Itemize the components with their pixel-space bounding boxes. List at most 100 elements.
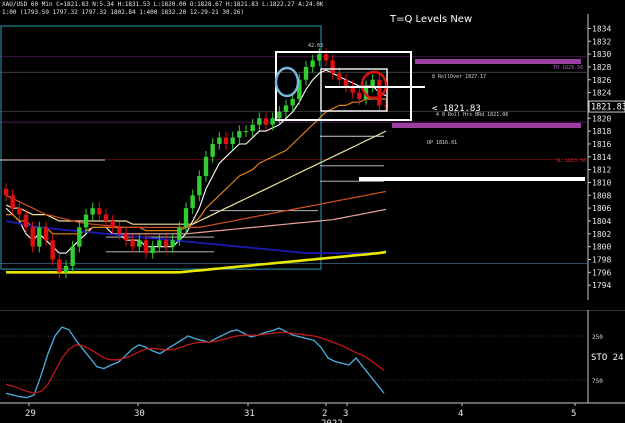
sto-tick-label: 250 <box>592 334 603 341</box>
last-price-label: 1821.83 <box>591 103 625 113</box>
candle-body <box>277 111 282 119</box>
candle-body <box>117 227 122 234</box>
candle-body <box>150 246 155 254</box>
candle-body <box>243 131 249 133</box>
candle-body <box>177 227 182 241</box>
candle-body <box>110 220 115 228</box>
price-tick-label: 1810 <box>592 178 611 187</box>
magenta-level-bar <box>392 123 581 128</box>
price-annotation: OP 1816.01 <box>427 140 457 146</box>
candle-body <box>137 240 142 247</box>
candle-body <box>157 240 162 247</box>
price-tick-label: 1802 <box>592 230 611 239</box>
white-level-bar <box>359 177 585 181</box>
price-tick-label: 1826 <box>592 76 611 85</box>
candle-body <box>10 195 15 209</box>
price-tick-label: 1804 <box>592 217 611 226</box>
candle-body <box>30 227 35 247</box>
sto-line <box>5 326 385 399</box>
candle-body <box>97 208 102 215</box>
time-axis-label: 3 <box>343 409 348 419</box>
chart-window: { "header": { "line1": "XAU/USD 60 Min C… <box>0 0 625 423</box>
candle-body <box>310 60 315 67</box>
sto-tick-label: 750 <box>592 378 603 385</box>
candle-body <box>263 118 269 125</box>
time-axis-year: 2022 <box>321 419 343 423</box>
candle-body <box>357 92 362 100</box>
candle-body <box>283 105 289 112</box>
candle-body <box>50 240 55 260</box>
candle-body <box>237 131 242 138</box>
price-tick-label: 1806 <box>592 204 611 213</box>
time-axis-label: 29 <box>25 409 36 419</box>
price-tick-label: 1820 <box>592 114 611 123</box>
price-tick-label: 1798 <box>592 255 611 264</box>
candle-body <box>57 259 62 273</box>
price-tick-label: 1832 <box>592 37 611 46</box>
price-tick-label: 1800 <box>592 243 611 252</box>
price-tick-label: 1824 <box>592 89 611 98</box>
moving-average-line <box>5 130 387 225</box>
price-tick-label: 1796 <box>592 268 611 277</box>
price-annotation: 42.03 <box>308 43 323 49</box>
candle-body <box>230 137 235 144</box>
candle-body <box>77 227 82 247</box>
candle-body <box>257 118 262 125</box>
candle-body <box>270 118 275 125</box>
candle-body <box>223 137 229 144</box>
time-axis-label: 30 <box>134 409 145 419</box>
candle-body <box>190 195 195 209</box>
candle-body <box>90 208 95 215</box>
time-axis-label: 31 <box>244 409 255 419</box>
candle-body <box>210 143 215 157</box>
candle-body <box>23 214 29 228</box>
candle-body <box>103 214 109 221</box>
price-tick-label: 1812 <box>592 166 611 175</box>
candle-body <box>323 54 329 61</box>
time-axis-label: 5 <box>571 409 576 419</box>
session-box <box>0 25 322 270</box>
price-tick-label: 1816 <box>592 140 611 149</box>
price-tick-label: 1794 <box>592 281 611 290</box>
candle-body <box>43 227 49 241</box>
candle-body <box>290 99 295 106</box>
candle-body <box>63 265 69 273</box>
price-annotation: TH 1829.58 <box>553 65 583 71</box>
candle-body <box>330 60 335 74</box>
candle-body <box>337 73 342 80</box>
candle-body <box>17 208 22 215</box>
candle-body <box>377 79 382 106</box>
price-tick-label: 1830 <box>592 50 611 59</box>
stochastic-panel: 250 750 STO 24. 29 30 31 2 3 4 5 2022 <box>0 310 625 423</box>
candle-body <box>70 246 75 266</box>
candle-body <box>37 227 42 247</box>
candle-body <box>217 137 222 144</box>
candle-body <box>370 79 375 87</box>
sto-label: STO 24. <box>591 353 625 363</box>
candle-body <box>343 79 349 87</box>
price-tick-label: 1834 <box>592 24 611 33</box>
time-axis-label: 4 <box>458 409 463 419</box>
candle-body <box>250 124 255 132</box>
candle-body <box>197 176 202 196</box>
candle-body <box>83 214 89 228</box>
price-annotation: 4 8 Roll Hrs BRd 1821.06 <box>436 112 508 118</box>
sto-line <box>5 331 385 394</box>
time-axis-label: 2 <box>322 409 327 419</box>
candle-body <box>123 233 129 241</box>
price-tick-label: 1818 <box>592 127 611 136</box>
price-chart: 1794 1796 1798 1800 1802 1804 1806 1808 1810 1812… <box>0 14 625 300</box>
candle-body <box>3 188 9 196</box>
moving-average-line <box>5 69 387 254</box>
candle-body <box>163 240 169 247</box>
price-tick-label: 1808 <box>592 191 611 200</box>
candle-body <box>170 240 175 247</box>
candle-body <box>143 240 149 254</box>
price-tick-label: 1828 <box>592 63 611 72</box>
magenta-level-bar <box>415 59 581 64</box>
candle-body <box>317 54 322 61</box>
price-annotation: SL 1813.56 <box>556 158 586 164</box>
candle-body <box>203 156 209 177</box>
candle-body <box>303 66 309 80</box>
price-tick-label: 1814 <box>592 153 611 162</box>
